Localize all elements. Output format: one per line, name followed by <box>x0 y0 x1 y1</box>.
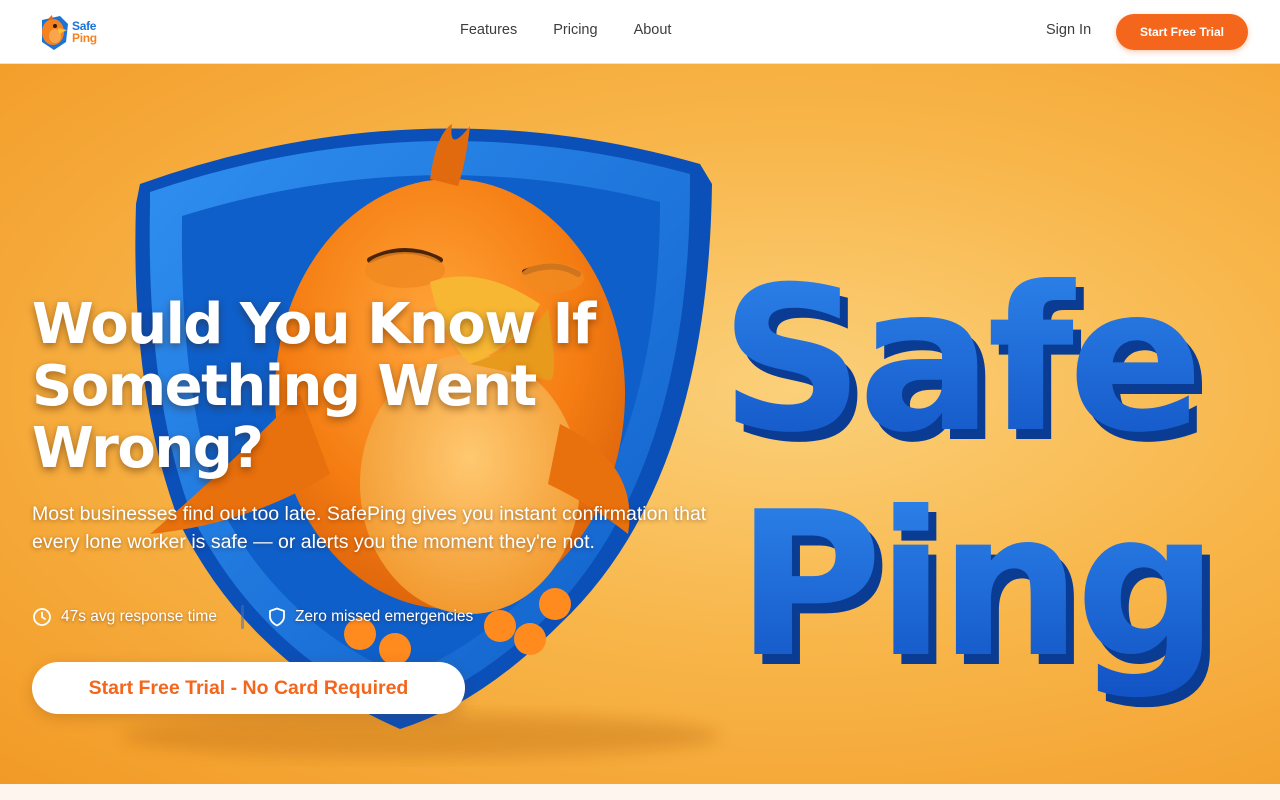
shield-icon <box>269 607 285 627</box>
sign-in-link[interactable]: Sign In <box>1046 22 1091 38</box>
stat-missed-emergencies: Zero missed emergencies <box>268 607 473 627</box>
start-free-trial-button[interactable]: Start Free Trial <box>1116 14 1248 50</box>
bird-logo-icon <box>42 15 68 50</box>
main-nav: Features Pricing About <box>460 22 671 38</box>
nav-features-link[interactable]: Features <box>460 22 517 38</box>
art-text-safe: Safe <box>720 244 1198 477</box>
logo-text-ping: Ping <box>72 31 97 45</box>
stats-divider <box>240 605 244 629</box>
hero-subtitle: Most businesses find out too late. SafeP… <box>32 503 707 553</box>
nav-about-link[interactable]: About <box>634 22 672 38</box>
hero-title: Would You Know If Something Went Wrong? <box>32 292 596 481</box>
logo[interactable]: Safe Ping <box>36 12 104 52</box>
hero-start-free-trial-button[interactable]: Start Free Trial - No Card Required <box>32 662 465 714</box>
hero-section: Safe Ping Safe Ping Would You Know If So… <box>0 64 1280 784</box>
site-header: Safe Ping Features Pricing About Sign In… <box>0 0 1280 64</box>
art-text-ping: Ping <box>736 469 1213 702</box>
stat-response-time: 47s avg response time <box>32 607 217 627</box>
stat-response-time-label: 47s avg response time <box>61 608 217 625</box>
hero-stats: 47s avg response time Zero missed emerge… <box>32 605 473 629</box>
stat-missed-emergencies-label: Zero missed emergencies <box>294 608 474 625</box>
next-section-edge <box>0 784 1280 800</box>
nav-pricing-link[interactable]: Pricing <box>553 22 597 38</box>
clock-icon <box>33 608 51 626</box>
